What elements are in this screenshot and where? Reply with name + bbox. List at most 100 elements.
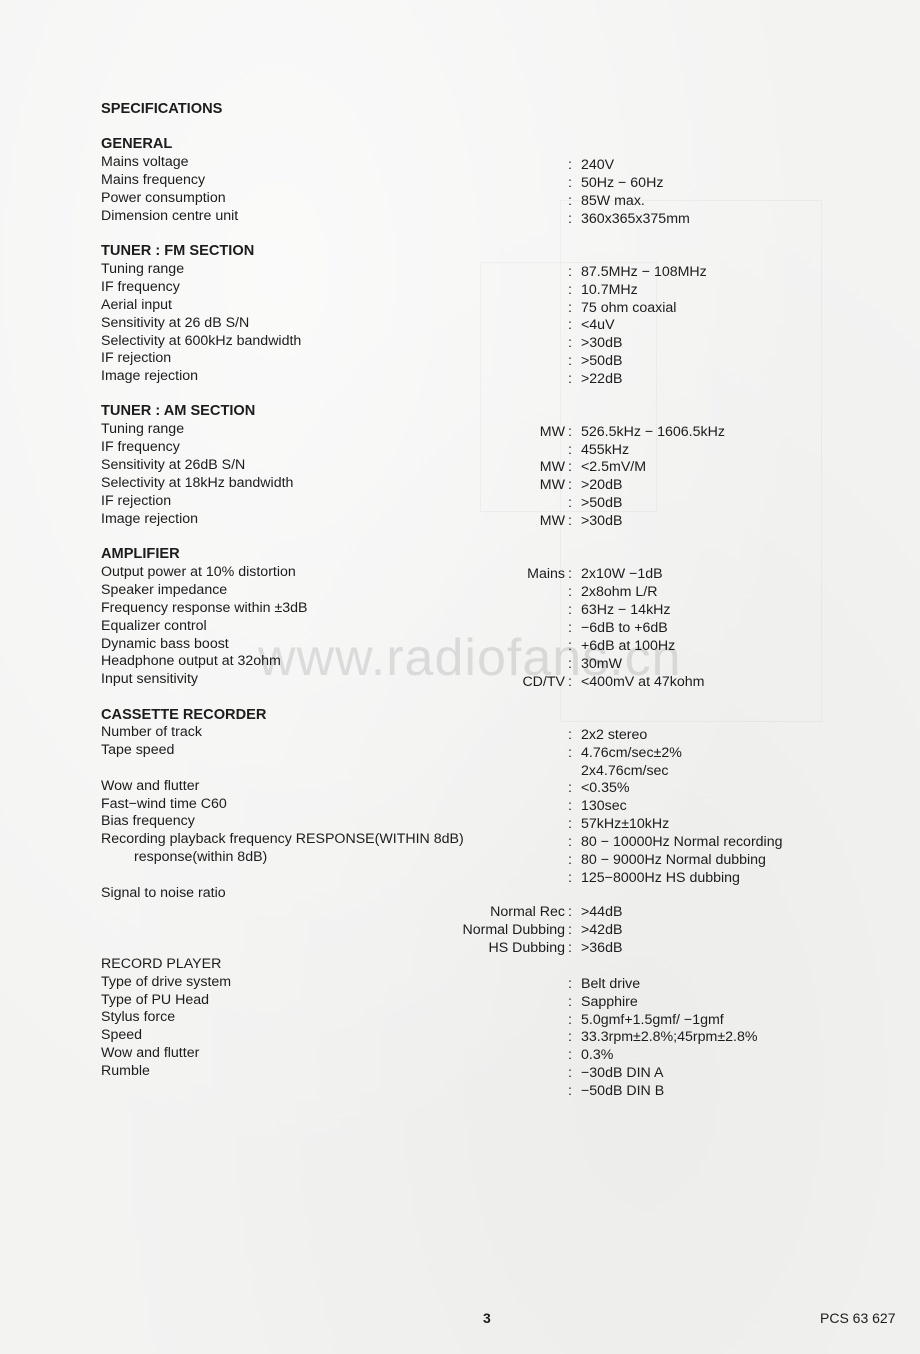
page-title: SPECIFICATIONS [101, 101, 223, 117]
colon: : [568, 780, 572, 796]
colon: : [568, 638, 572, 654]
section-heading-fm: TUNER : FM SECTION [101, 243, 255, 259]
colon: : [568, 264, 572, 280]
colon: : [568, 442, 572, 458]
spec-prefix: MW [539, 477, 565, 493]
spec-value-row: : >30dB [0, 334, 920, 352]
colon: : [568, 157, 572, 173]
page-number: 3 [483, 1310, 491, 1326]
spec-value-row: :130sec [0, 797, 920, 815]
spec-value: 80 − 10000Hz Normal recording [581, 834, 783, 850]
colon: : [568, 870, 572, 886]
spec-value-row: :2x8ohm L/R [0, 583, 920, 601]
spec-value-row: MW: >30dB [0, 512, 920, 530]
colon: : [568, 495, 572, 511]
colon: : [568, 940, 572, 956]
spec-prefix: MW [539, 424, 565, 440]
colon: : [568, 424, 572, 440]
spec-value-row: : +6dB at 100Hz [0, 637, 920, 655]
spec-value-row: MW:526.5kHz − 1606.5kHz [0, 423, 920, 441]
section-heading-cassette: CASSETTE RECORDER [101, 707, 267, 723]
colon: : [568, 922, 572, 938]
spec-value: >50dB [581, 495, 623, 511]
spec-value: Sapphire [581, 994, 638, 1010]
spec-value-row: :455kHz [0, 441, 920, 459]
spec-prefix: Mains [527, 566, 565, 582]
model-number: PCS 63 627 [820, 1310, 896, 1326]
colon: : [568, 727, 572, 743]
spec-value-row: : <0.35% [0, 779, 920, 797]
spec-value: <400mV at 47kohm [581, 674, 705, 690]
spec-value: 240V [581, 157, 615, 173]
spec-value: >36dB [581, 940, 623, 956]
colon: : [568, 620, 572, 636]
spec-value: 360x365x375mm [581, 211, 690, 227]
section-heading-amplifier: AMPLIFIER [101, 546, 180, 562]
spec-value: 10.7MHz [581, 282, 638, 298]
spec-value: 125−8000Hz HS dubbing [581, 870, 740, 886]
spec-value: 2x2 stereo [581, 727, 648, 743]
spec-value: <2.5mV/M [581, 459, 647, 475]
spec-value: >30dB [581, 335, 623, 351]
spec-value: −30dB DIN A [581, 1065, 664, 1081]
spec-value: −6dB to +6dB [581, 620, 668, 636]
colon: : [568, 584, 572, 600]
spec-value-row: :85W max. [0, 192, 920, 210]
spec-value: 455kHz [581, 442, 630, 458]
spec-value: <4uV [581, 317, 615, 333]
section-heading-record-player: RECORD PLAYER [101, 956, 222, 972]
colon: : [568, 175, 572, 191]
spec-value: <0.35% [581, 780, 630, 796]
spec-value: 80 − 9000Hz Normal dubbing [581, 852, 766, 868]
colon: : [568, 745, 572, 761]
spec-value-row: Mains:2x10W −1dB [0, 565, 920, 583]
spec-value: 50Hz − 60Hz [581, 175, 664, 191]
spec-value: 0.3% [581, 1047, 614, 1063]
spec-value: 57kHz±10kHz [581, 816, 670, 832]
colon: : [568, 816, 572, 832]
colon: : [568, 976, 572, 992]
spec-value-row: MW: >20dB [0, 476, 920, 494]
spec-prefix: HS Dubbing [488, 940, 565, 956]
spec-value-row: :80 − 10000Hz Normal recording [0, 833, 920, 851]
spec-value: 5.0gmf+1.5gmf/ −1gmf [581, 1012, 724, 1028]
spec-value-row: Normal Dubbing: >42dB [0, 921, 920, 939]
spec-value-row: 2x4.76cm/sec [0, 762, 920, 780]
spec-value: 33.3rpm±2.8%;45rpm±2.8% [581, 1029, 758, 1045]
spec-value-row: : >50dB [0, 494, 920, 512]
spec-value-row: : −6dB to +6dB [0, 619, 920, 637]
spec-value-row: : −30dB DIN A [0, 1064, 920, 1082]
spec-value-row: CD/TV: <400mV at 47kohm [0, 673, 920, 691]
spec-value-row: :30mW [0, 655, 920, 673]
spec-value-row: :33.3rpm±2.8%;45rpm±2.8% [0, 1028, 920, 1046]
spec-value-row: : Belt drive [0, 975, 920, 993]
spec-value-row: :0.3% [0, 1046, 920, 1064]
spec-value-row: :10.7MHz [0, 281, 920, 299]
spec-value-row: : >50dB [0, 352, 920, 370]
spec-value-row: : −50dB DIN B [0, 1082, 920, 1100]
spec-prefix: Normal Rec [490, 904, 565, 920]
spec-value-row: Normal Rec: >44dB [0, 903, 920, 921]
spec-value: >30dB [581, 513, 623, 529]
spec-value: 2x10W −1dB [581, 566, 663, 582]
spec-value-row: :2x2 stereo [0, 726, 920, 744]
colon: : [568, 211, 572, 227]
spec-value-row: :50Hz − 60Hz [0, 174, 920, 192]
spec-value: >44dB [581, 904, 623, 920]
section-heading-am: TUNER : AM SECTION [101, 403, 256, 419]
spec-prefix: CD/TV [522, 674, 565, 690]
spec-value: 63Hz − 14kHz [581, 602, 671, 618]
spec-value-row: :75 ohm coaxial [0, 299, 920, 317]
colon: : [568, 1029, 572, 1045]
spec-value: 526.5kHz − 1606.5kHz [581, 424, 725, 440]
colon: : [568, 1012, 572, 1028]
spec-value-row: :87.5MHz − 108MHz [0, 263, 920, 281]
colon: : [568, 1047, 572, 1063]
spec-value-row: MW: <2.5mV/M [0, 458, 920, 476]
spec-value: −50dB DIN B [581, 1083, 665, 1099]
spec-value-row: :5.0gmf+1.5gmf/ −1gmf [0, 1011, 920, 1029]
colon: : [568, 994, 572, 1010]
colon: : [568, 852, 572, 868]
spec-value: +6dB at 100Hz [581, 638, 676, 654]
colon: : [568, 566, 572, 582]
